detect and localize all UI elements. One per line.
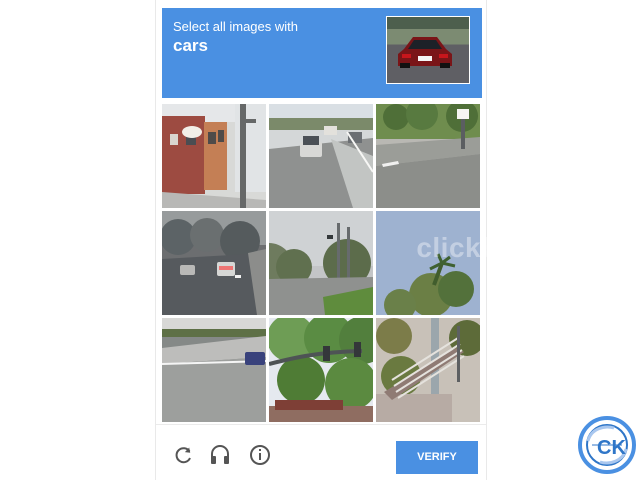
image-tile-2[interactable]	[269, 104, 373, 208]
sample-car-image	[398, 37, 452, 68]
image-tile-1[interactable]	[162, 104, 266, 208]
image-tile-3[interactable]	[376, 104, 480, 208]
image-grid	[162, 104, 480, 422]
captcha-page: Select all images with cars clickbd.com …	[0, 0, 640, 480]
challenge-header: Select all images with cars	[162, 8, 482, 98]
image-tile-8[interactable]	[269, 318, 373, 422]
challenge-instruction: Select all images with	[173, 19, 298, 34]
headphones-icon[interactable]	[208, 443, 232, 467]
captcha-footer: VERIFY	[156, 424, 486, 480]
info-icon[interactable]	[248, 443, 272, 467]
verify-button[interactable]: VERIFY	[396, 441, 478, 474]
recaptcha-challenge: Select all images with cars clickbd.com …	[156, 0, 583, 480]
sample-image	[386, 16, 470, 84]
clickbd-logo-text: CK	[597, 437, 626, 459]
clickbd-logo-icon: CK	[578, 416, 636, 474]
challenge-target: cars	[173, 36, 208, 55]
image-tile-4[interactable]	[162, 211, 266, 315]
reload-icon[interactable]	[171, 443, 195, 467]
image-tile-7[interactable]	[162, 318, 266, 422]
image-tile-9[interactable]	[376, 318, 480, 422]
image-tile-6[interactable]	[376, 211, 480, 315]
image-tile-5[interactable]	[269, 211, 373, 315]
clickbd-logo: CK	[578, 416, 636, 474]
